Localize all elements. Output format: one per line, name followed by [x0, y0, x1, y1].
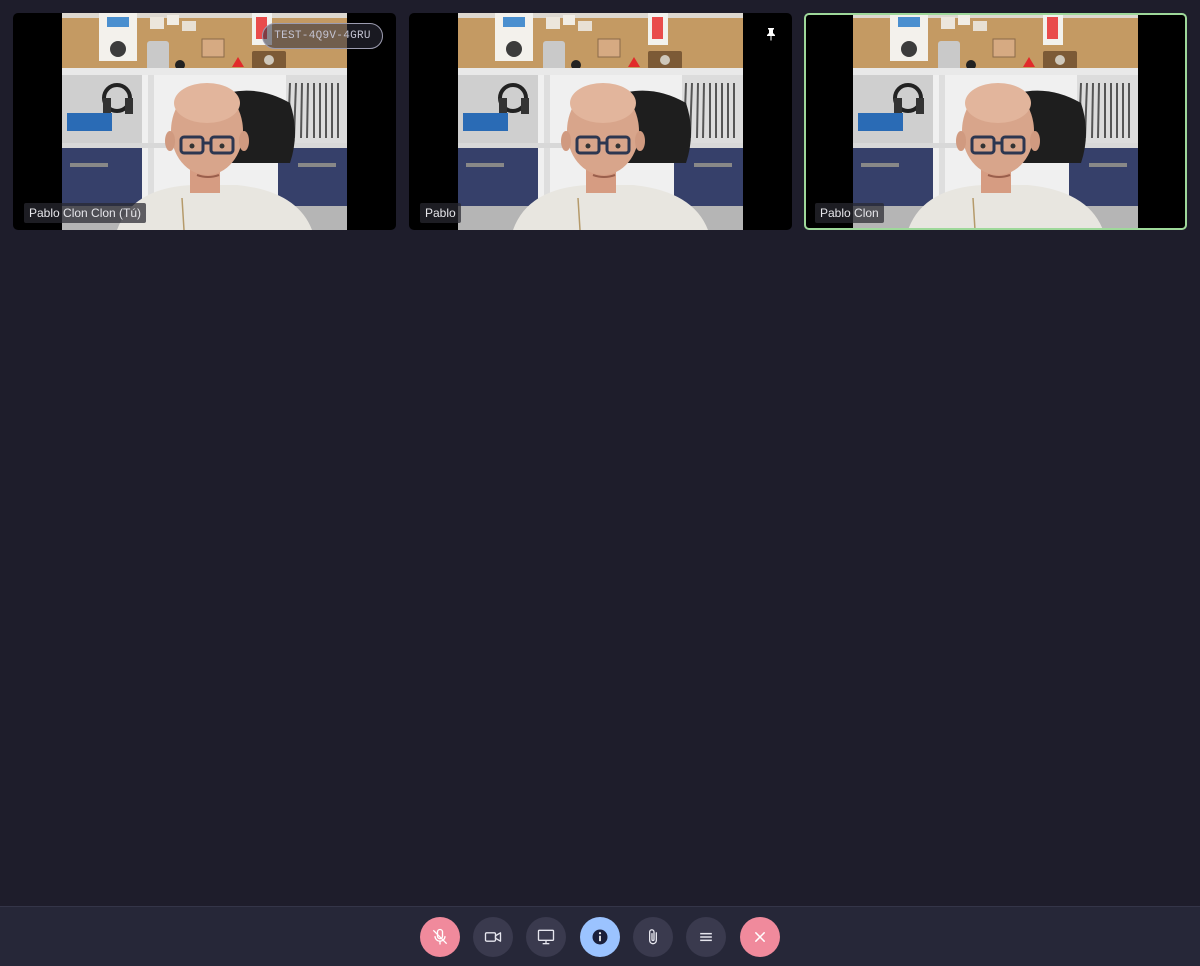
- participant-tile-pinned[interactable]: Pablo: [409, 13, 792, 230]
- mic-off-icon: [432, 928, 448, 945]
- paperclip-icon: [649, 929, 657, 945]
- info-button[interactable]: [580, 917, 620, 957]
- pin-icon[interactable]: [764, 27, 778, 41]
- participant-tile-active-speaker[interactable]: Pablo Clon: [804, 13, 1187, 230]
- more-menu-button[interactable]: [686, 917, 726, 957]
- video-camera-icon: [484, 932, 502, 942]
- hang-up-button[interactable]: [740, 917, 780, 957]
- share-screen-button[interactable]: [526, 917, 566, 957]
- participant-name-label: Pablo Clon: [815, 203, 884, 223]
- room-code-badge[interactable]: TEST-4Q9V-4GRU: [262, 23, 383, 49]
- toggle-mic-button[interactable]: [420, 917, 460, 957]
- hang-up-icon: [755, 932, 765, 942]
- menu-icon: [700, 932, 712, 942]
- participant-video: [853, 13, 1138, 230]
- screen-share-icon: [537, 929, 555, 945]
- info-icon: [592, 929, 608, 945]
- participant-name-label: Pablo Clon Clon (Tú): [24, 203, 147, 223]
- participant-name-label: Pablo: [420, 203, 461, 223]
- participant-video: [458, 13, 743, 230]
- toggle-camera-button[interactable]: [473, 917, 513, 957]
- video-frame: [458, 13, 743, 230]
- participant-tile-local[interactable]: Pablo Clon Clon (Tú) TEST-4Q9V-4GRU: [13, 13, 396, 230]
- call-toolbar: [0, 906, 1200, 966]
- video-grid: Pablo Clon Clon (Tú) TEST-4Q9V-4GRU Pabl…: [13, 13, 1187, 231]
- video-frame: [853, 13, 1138, 230]
- attach-file-button[interactable]: [633, 917, 673, 957]
